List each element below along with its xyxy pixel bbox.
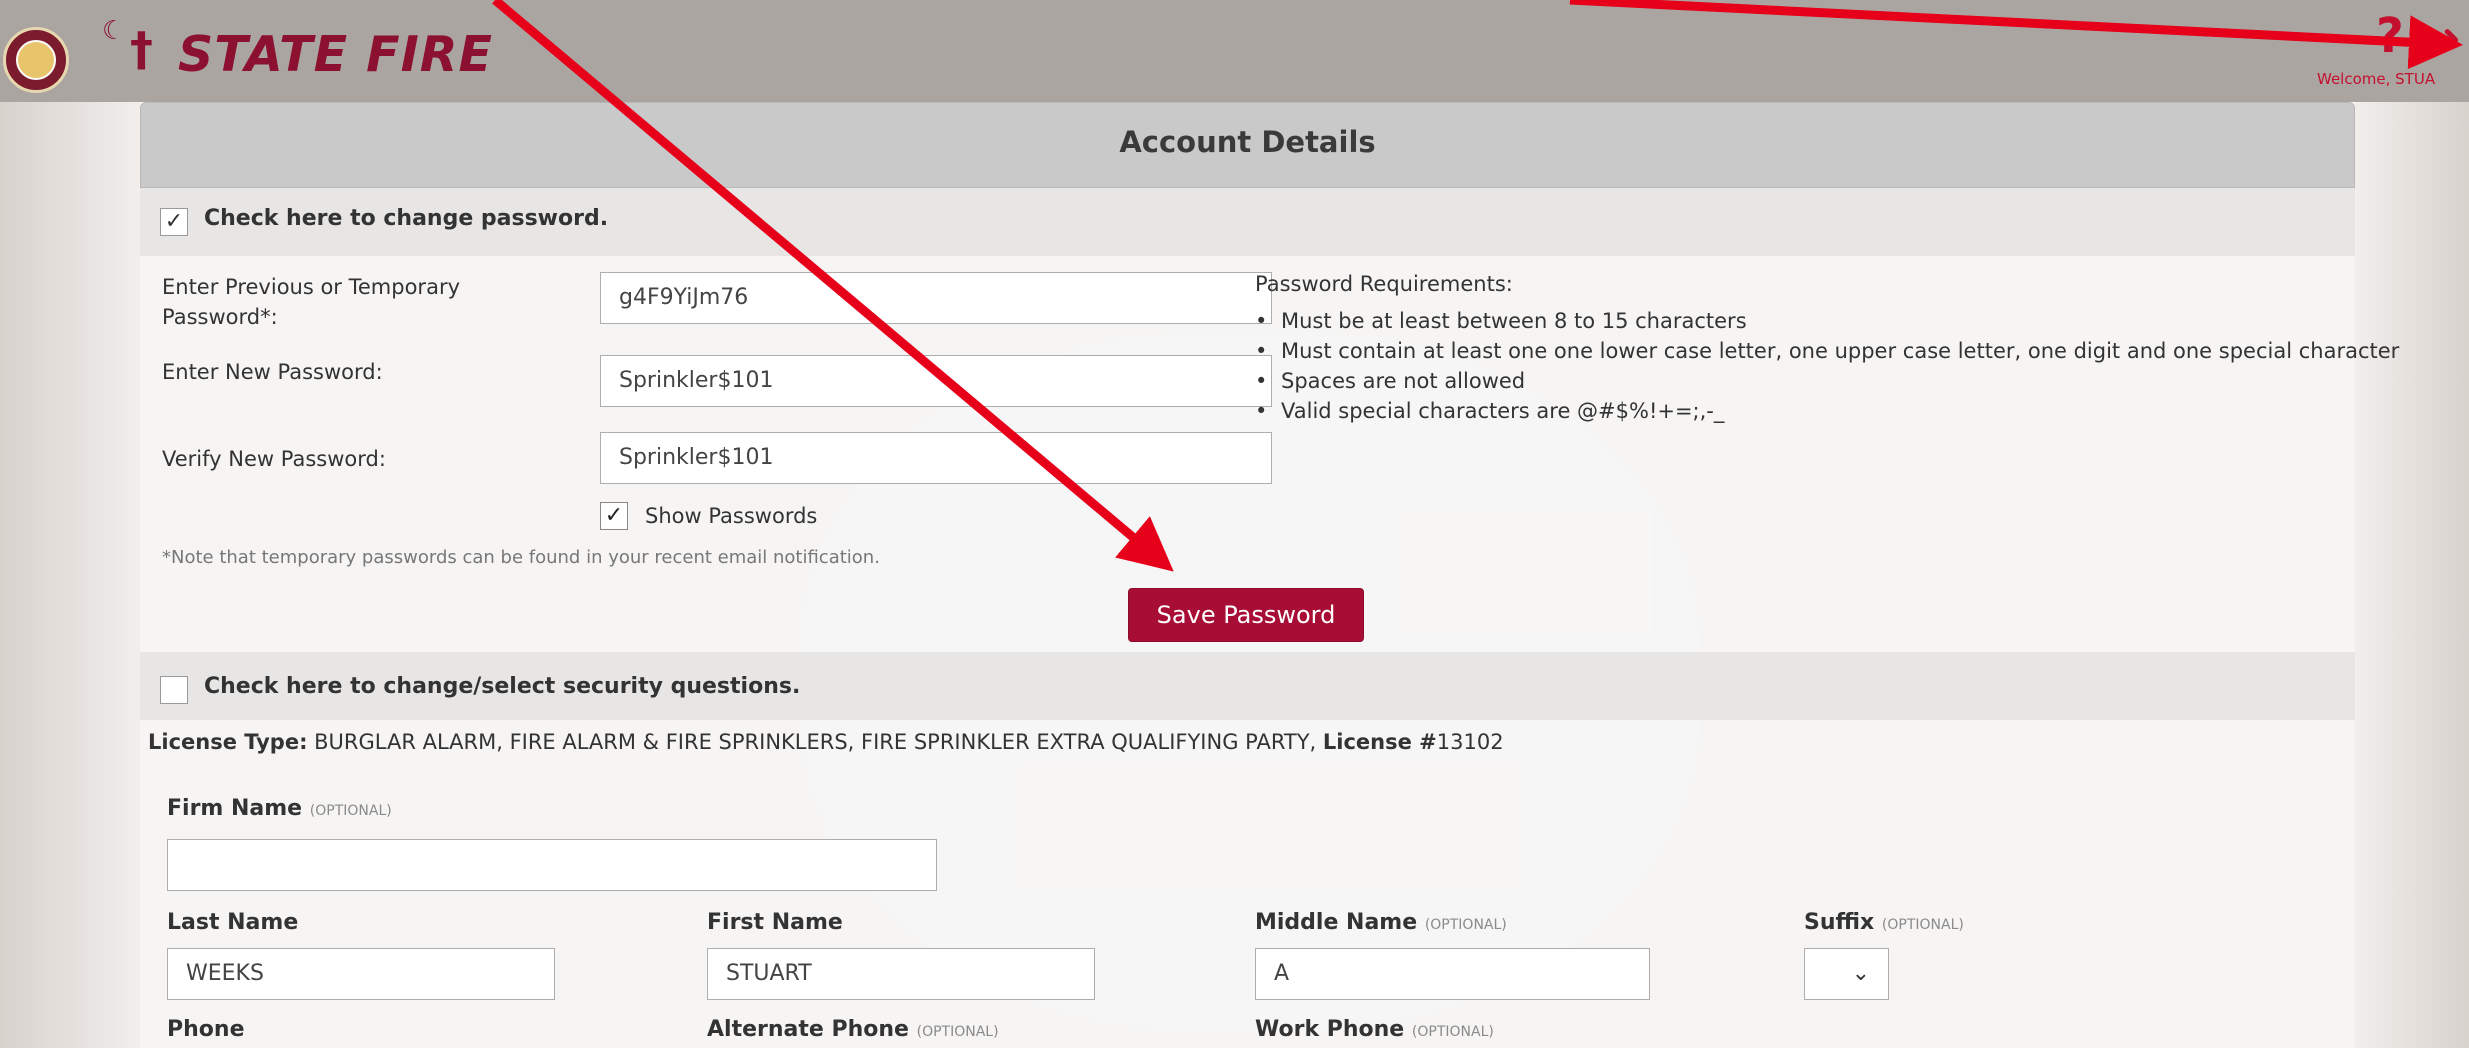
arrow-to-save-button xyxy=(492,0,1174,572)
annotation-arrows xyxy=(492,0,2463,572)
arrow-to-logout xyxy=(1569,0,2463,70)
